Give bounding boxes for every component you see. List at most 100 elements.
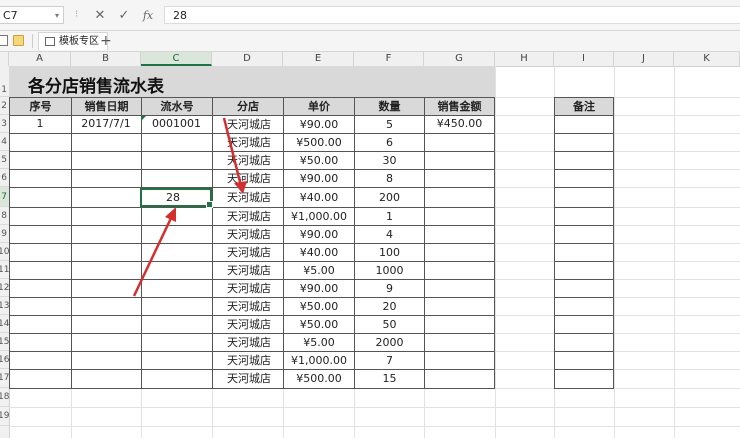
insert-function-icon[interactable]: fx xyxy=(138,9,158,22)
cell-d7[interactable]: 天河城店 xyxy=(212,187,284,208)
cell-d6[interactable]: 天河城店 xyxy=(212,169,284,188)
cell-e16[interactable]: ¥1,000.00 xyxy=(283,351,355,370)
cell-g3[interactable]: ¥450.00 xyxy=(424,115,495,133)
row-header-11[interactable]: 11 xyxy=(0,261,9,279)
cell-d17[interactable]: 天河城店 xyxy=(212,369,284,389)
row-header-18[interactable]: 18 xyxy=(0,388,9,407)
cell-d5[interactable]: 天河城店 xyxy=(212,151,284,170)
row-header-4[interactable]: 4 xyxy=(0,133,9,151)
column-header-c[interactable]: C xyxy=(141,52,212,66)
column-header-j[interactable]: J xyxy=(614,52,674,66)
cell-f13[interactable]: 20 xyxy=(354,297,425,316)
cell-f3[interactable]: 5 xyxy=(354,115,425,134)
row-header-5[interactable]: 5 xyxy=(0,151,9,169)
row-header-1[interactable]: 1 xyxy=(0,66,9,97)
row-header-7[interactable]: 7 xyxy=(0,187,9,207)
cell-e4[interactable]: ¥500.00 xyxy=(283,133,355,152)
cell-e6[interactable]: ¥90.00 xyxy=(283,169,355,188)
cell-f12[interactable]: 9 xyxy=(354,279,425,298)
column-header-a[interactable]: A xyxy=(9,52,71,66)
cell-d4[interactable]: 天河城店 xyxy=(212,133,284,152)
cell-e5[interactable]: ¥50.00 xyxy=(283,151,355,170)
cell-e14[interactable]: ¥50.00 xyxy=(283,315,355,334)
header-store[interactable]: 分店 xyxy=(212,97,284,116)
header-date[interactable]: 销售日期 xyxy=(71,97,142,116)
column-header-b[interactable]: B xyxy=(71,52,141,66)
row-header-17[interactable]: 17 xyxy=(0,369,9,388)
cancel-icon[interactable]: ✕ xyxy=(90,8,110,23)
row-header-6[interactable]: 6 xyxy=(0,169,9,187)
row-header-2[interactable]: 2 xyxy=(0,97,9,115)
cell-e15[interactable]: ¥5.00 xyxy=(283,333,355,352)
cell-e9[interactable]: ¥90.00 xyxy=(283,225,355,244)
cell-d9[interactable]: 天河城店 xyxy=(212,225,284,244)
cell-d10[interactable]: 天河城店 xyxy=(212,243,284,262)
row-header-9[interactable]: 9 xyxy=(0,225,9,243)
column-header-h[interactable]: H xyxy=(495,52,554,66)
cell-e17[interactable]: ¥500.00 xyxy=(283,369,355,389)
cell-f5[interactable]: 30 xyxy=(354,151,425,170)
cell-d11[interactable]: 天河城店 xyxy=(212,261,284,280)
cell-d8[interactable]: 天河城店 xyxy=(212,207,284,226)
row-header-16[interactable]: 16 xyxy=(0,351,9,369)
select-all-corner[interactable] xyxy=(0,52,9,66)
cell-e11[interactable]: ¥5.00 xyxy=(283,261,355,280)
cell-f16[interactable]: 7 xyxy=(354,351,425,370)
row-header-12[interactable]: 12 xyxy=(0,279,9,297)
cell-d3[interactable]: 天河城店 xyxy=(212,115,284,134)
column-header-d[interactable]: D xyxy=(212,52,283,66)
cell-c3[interactable]: 0001001 xyxy=(141,115,212,133)
cell-f14[interactable]: 50 xyxy=(354,315,425,334)
document-icon[interactable] xyxy=(0,35,8,46)
fill-handle[interactable] xyxy=(206,201,213,208)
cell-f6[interactable]: 8 xyxy=(354,169,425,188)
cell-e3[interactable]: ¥90.00 xyxy=(283,115,355,134)
cell-f9[interactable]: 4 xyxy=(354,225,425,244)
name-box[interactable]: C7 ▾ xyxy=(0,6,64,24)
header-qty[interactable]: 数量 xyxy=(354,97,425,116)
header-price[interactable]: 单价 xyxy=(283,97,355,116)
row-header-19[interactable]: 19 xyxy=(0,407,9,426)
cell-f4[interactable]: 6 xyxy=(354,133,425,152)
column-header-f[interactable]: F xyxy=(354,52,424,66)
row-header-3[interactable]: 3 xyxy=(0,115,9,133)
row-header-8[interactable]: 8 xyxy=(0,207,9,225)
column-header-i[interactable]: I xyxy=(554,52,614,66)
cell-f17[interactable]: 15 xyxy=(354,369,425,389)
active-cell-c7[interactable]: 28 xyxy=(140,188,213,208)
cell-b3[interactable]: 2017/7/1 xyxy=(71,115,141,133)
cell-d12[interactable]: 天河城店 xyxy=(212,279,284,298)
cell-f8[interactable]: 1 xyxy=(354,207,425,226)
cell-f11[interactable]: 1000 xyxy=(354,261,425,280)
chevron-down-icon[interactable]: ▾ xyxy=(55,7,59,25)
header-note[interactable]: 备注 xyxy=(554,97,614,116)
cell-e10[interactable]: ¥40.00 xyxy=(283,243,355,262)
cell-f10[interactable]: 100 xyxy=(354,243,425,262)
cell-e13[interactable]: ¥50.00 xyxy=(283,297,355,316)
cell-e8[interactable]: ¥1,000.00 xyxy=(283,207,355,226)
cell-d16[interactable]: 天河城店 xyxy=(212,351,284,370)
cell-a3[interactable]: 1 xyxy=(9,115,71,133)
row-header-14[interactable]: 14 xyxy=(0,315,9,333)
cell-e12[interactable]: ¥90.00 xyxy=(283,279,355,298)
column-header-g[interactable]: G xyxy=(424,52,495,66)
row-header-10[interactable]: 10 xyxy=(0,243,9,261)
formula-input[interactable]: 28 xyxy=(164,6,740,24)
folder-icon[interactable] xyxy=(13,35,24,46)
header-serial[interactable]: 流水号 xyxy=(141,97,213,116)
cell-d14[interactable]: 天河城店 xyxy=(212,315,284,334)
cell-d15[interactable]: 天河城店 xyxy=(212,333,284,352)
row-header-13[interactable]: 13 xyxy=(0,297,9,315)
cell-f7[interactable]: 200 xyxy=(354,187,425,208)
confirm-icon[interactable]: ✓ xyxy=(114,8,134,23)
tab-template-zone[interactable]: 模板专区 xyxy=(38,32,108,50)
header-seq[interactable]: 序号 xyxy=(9,97,72,116)
cell-e7[interactable]: ¥40.00 xyxy=(283,187,355,208)
column-header-e[interactable]: E xyxy=(283,52,354,66)
cell-d13[interactable]: 天河城店 xyxy=(212,297,284,316)
cell-f15[interactable]: 2000 xyxy=(354,333,425,352)
column-header-k[interactable]: K xyxy=(674,52,740,66)
header-amount[interactable]: 销售金额 xyxy=(424,97,495,116)
row-header-15[interactable]: 15 xyxy=(0,333,9,351)
add-tab-button[interactable]: + xyxy=(100,33,112,49)
